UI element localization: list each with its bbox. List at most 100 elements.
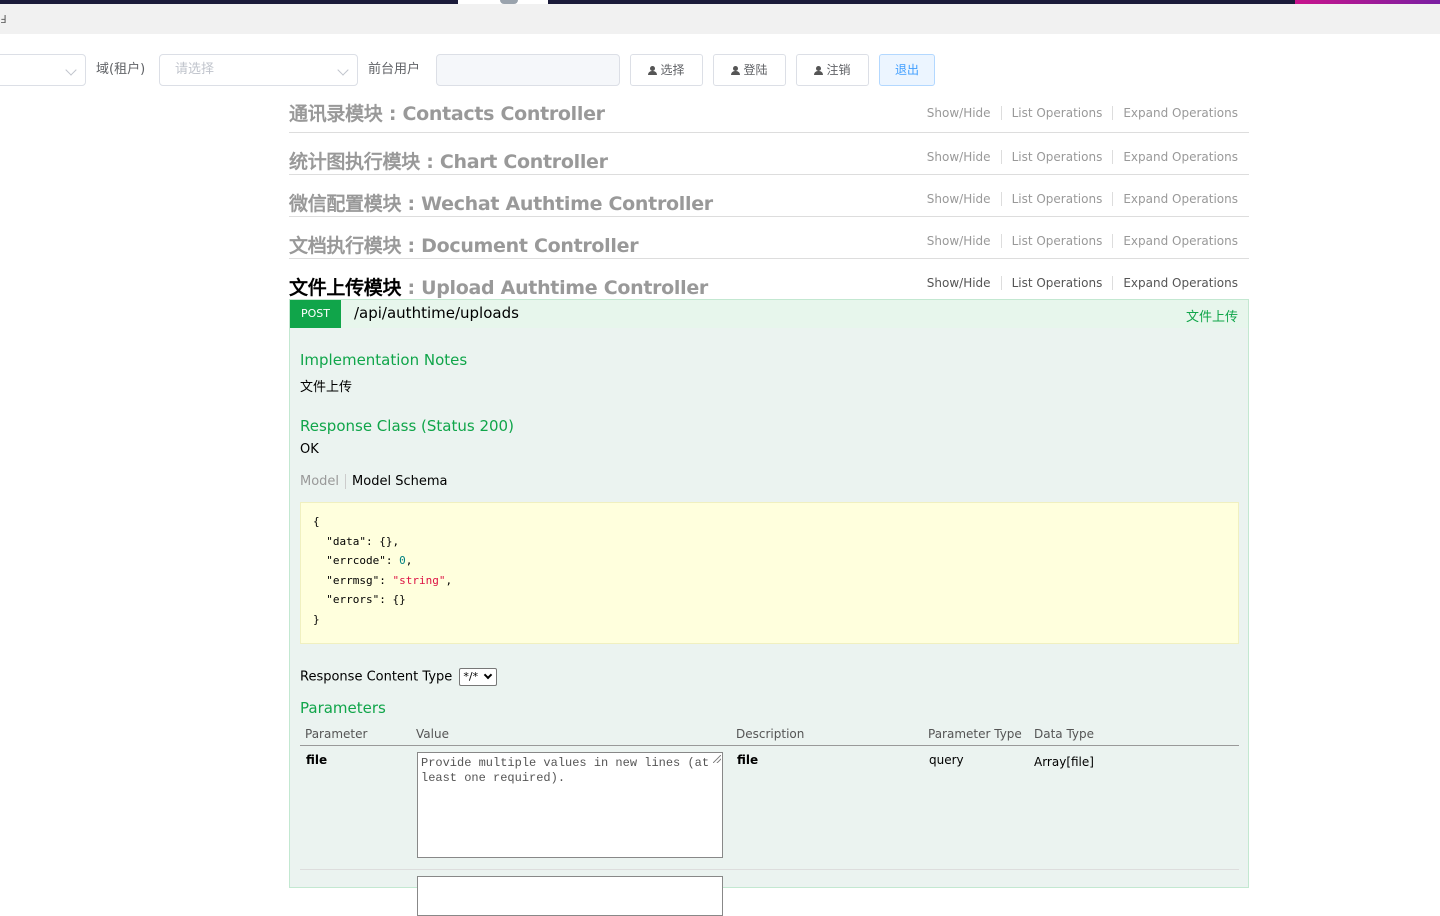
chevron-down-icon [484,670,493,680]
operation-path[interactable]: /api/authtime/uploads [354,304,519,322]
list-operations-link[interactable]: List Operations [1000,106,1113,120]
model-tabs: Model Model Schema [300,474,447,489]
textarea-placeholder: Provide multiple values in new lines (at… [421,756,710,785]
domain-label: 域(租户) [96,62,146,77]
list-operations-link[interactable]: List Operations [1000,192,1113,206]
logout-account-button[interactable]: 注销 [796,54,869,86]
operation-heading[interactable]: POST /api/authtime/uploads 文件上传 [289,299,1249,329]
param-name: file [306,753,328,767]
resource-ops: Show/Hide List Operations Expand Operation… [927,192,1238,206]
resource-title-cn: 统计图执行模块 [289,151,420,173]
list-operations-link[interactable]: List Operations [1000,150,1113,164]
frontend-user-label: 前台用户 [368,62,421,77]
frontend-user-input[interactable] [436,54,620,86]
resource-title-cn: 通讯录模块 [289,103,383,125]
user-icon [731,66,741,75]
resource-ops: Show/Hide List Operations Expand Operation… [927,234,1238,248]
show-hide-link[interactable]: Show/Hide [927,150,1001,164]
column-header-parameter-type: Parameter Type [928,727,1022,741]
select-button-label: 选择 [660,63,685,77]
resource-title[interactable]: 文档执行模块 : Document Controller [289,231,639,258]
resource-title[interactable]: 文件上传模块 : Upload Authtime Controller [289,273,708,300]
http-method-badge[interactable]: POST [290,300,341,328]
resource-title-cn: 微信配置模块 [289,193,402,215]
parameters-table: Parameter Value Description Parameter Ty… [300,725,1239,916]
response-class-title: Response Class (Status 200) [300,417,514,435]
exit-button[interactable]: 退出 [879,54,935,86]
resource-title-cn: 文件上传模块 [289,277,402,299]
response-class-text: OK [300,442,319,457]
show-hide-link[interactable]: Show/Hide [927,192,1001,206]
resource-title-en: : Wechat Authtime Controller [401,193,714,215]
resource-title-en: : Chart Controller [419,151,608,173]
resource-title-en: : Document Controller [401,235,639,257]
resource-title-en: : Contacts Controller [382,103,605,125]
first-select[interactable] [0,54,86,86]
param-value-textarea[interactable] [417,876,723,916]
tab-model[interactable]: Model [300,474,347,489]
resource-title[interactable]: 通讯录模块 : Contacts Controller [289,99,605,126]
response-content-type-select[interactable]: */* [459,668,498,686]
param-data-type: Array[file] [1034,755,1094,769]
column-header-value: Value [416,727,449,741]
response-content-type-value: */* [463,670,479,683]
show-hide-link[interactable]: Show/Hide [927,234,1001,248]
table-row: file Provide multiple values in new line… [300,746,1239,870]
show-hide-link[interactable]: Show/Hide [927,276,1001,290]
operation-content: Implementation Notes 文件上传 Response Class… [289,328,1249,916]
resource-title[interactable]: 微信配置模块 : Wechat Authtime Controller [289,189,713,216]
param-type: query [929,753,964,767]
resource-chart: 统计图执行模块 : Chart Controller Show/Hide List… [289,133,1249,175]
implementation-notes-title: Implementation Notes [300,351,468,369]
schema-line: { [313,515,320,528]
browser-bar-fragment: Ⅎ [0,13,7,26]
schema-line: "errmsg": "string", [313,573,453,587]
list-operations-link[interactable]: List Operations [1000,234,1113,248]
resource-ops: Show/Hide List Operations Expand Operation… [927,150,1238,164]
resource-document: 文档执行模块 : Document Controller Show/Hide Li… [289,217,1249,259]
domain-select-placeholder: 请选择 [175,62,215,77]
resource-ops: Show/Hide List Operations Expand Operation… [927,106,1238,120]
tab-model-schema[interactable]: Model Schema [346,474,447,489]
expand-operations-link[interactable]: Expand Operations [1112,106,1238,120]
param-description: file [737,753,759,767]
resource-title[interactable]: 统计图执行模块 : Chart Controller [289,147,608,174]
resource-list: 通讯录模块 : Contacts Controller Show/Hide Lis… [289,96,1249,301]
table-row-partial [300,870,1239,916]
response-content-type-label: Response Content Type [300,669,453,685]
model-schema-code[interactable]: { "data": {}, "errcode": 0, "errmsg": "s… [300,502,1239,644]
column-header-parameter: Parameter [305,727,368,741]
chevron-down-icon [65,64,77,76]
schema-line: } [313,612,320,626]
domain-select[interactable]: 请选择 [159,54,358,86]
resource-wechat: 微信配置模块 : Wechat Authtime Controller Show… [289,175,1249,217]
list-operations-link[interactable]: List Operations [1000,276,1113,290]
expand-operations-link[interactable]: Expand Operations [1112,234,1238,248]
chevron-down-icon [337,64,349,76]
toolbar: 域(租户) 请选择 前台用户 选择 登陆 注销 退出 [0,54,1440,86]
column-header-description: Description [736,727,805,741]
resource-contacts: 通讯录模块 : Contacts Controller Show/Hide Lis… [289,96,1249,133]
browser-bar: Ⅎ [0,4,1440,34]
implementation-notes-text: 文件上传 [300,380,353,395]
resource-ops: Show/Hide List Operations Expand Operation… [927,276,1238,290]
param-value-textarea[interactable]: Provide multiple values in new lines (at… [417,752,723,858]
resource-upload: 文件上传模块 : Upload Authtime Controller Show… [289,259,1249,301]
user-icon [814,66,824,75]
schema-line: "errcode": 0, [313,554,413,568]
resize-grip-icon[interactable] [713,755,721,763]
login-button[interactable]: 登陆 [713,54,786,86]
expand-operations-link[interactable]: Expand Operations [1112,150,1238,164]
schema-line: "data": {}, [313,534,400,548]
show-hide-link[interactable]: Show/Hide [927,106,1001,120]
response-content-type: Response Content Type */* [300,668,498,686]
parameters-title: Parameters [300,699,386,717]
operation-summary[interactable]: 文件上传 [1186,306,1238,325]
table-header: Parameter Value Description Parameter Ty… [300,725,1239,746]
schema-line: "errors": {} [313,593,406,607]
expand-operations-link[interactable]: Expand Operations [1112,276,1238,290]
expand-operations-link[interactable]: Expand Operations [1112,192,1238,206]
resource-title-en: : Upload Authtime Controller [401,277,709,299]
select-button[interactable]: 选择 [630,54,703,86]
resource-title-cn: 文档执行模块 [289,235,402,257]
